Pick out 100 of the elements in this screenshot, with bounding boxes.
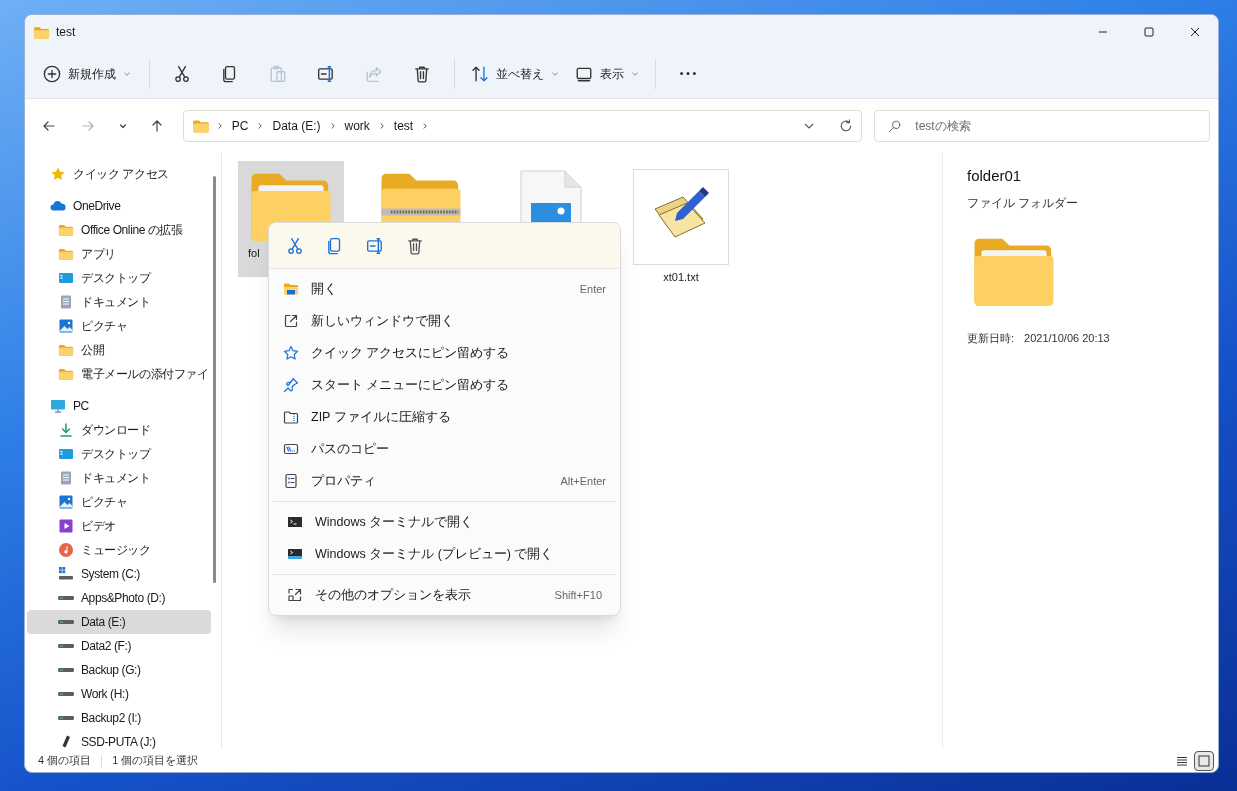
menu-item[interactable]: その他のオプションを表示 Shift+F10 [277, 579, 612, 611]
menu-item[interactable]: パスのコピー [273, 433, 616, 465]
sidebar-item[interactable]: 公開 [27, 338, 211, 362]
menu-item[interactable]: クイック アクセスにピン留めする [273, 337, 616, 369]
selection-count: 1 個の項目を選択 [112, 753, 199, 769]
path-icon [283, 441, 299, 457]
sidebar-item[interactable]: SSD-PUTA (J:) [27, 730, 211, 749]
sidebar-item[interactable]: ピクチャ [27, 490, 211, 514]
sidebar-item[interactable]: デスクトップ [27, 442, 211, 466]
new-button[interactable]: 新規作成 [35, 56, 139, 91]
sidebar-item[interactable]: クイック アクセス [27, 162, 211, 186]
address-bar[interactable]: PC Data (E:) work test [182, 110, 863, 142]
properties-icon [283, 473, 299, 489]
chevron-right-icon [256, 122, 265, 130]
menu-item[interactable]: 新しいウィンドウで開く [273, 305, 616, 337]
tiles-view-button[interactable] [1194, 750, 1214, 771]
menu-item[interactable]: プロパティ Alt+Enter [273, 465, 616, 497]
search-field[interactable]: testの検索 [874, 110, 1210, 142]
picture-icon [58, 494, 74, 510]
document-icon [58, 470, 74, 486]
scrollbar[interactable] [213, 176, 216, 583]
folder-icon [58, 342, 74, 358]
file-name: xt01.txt [663, 270, 699, 285]
sidebar-item[interactable]: デスクトップ [27, 266, 211, 290]
more-icon [680, 72, 696, 75]
delete-icon [413, 64, 431, 83]
rename-icon [317, 64, 335, 83]
video-icon [58, 518, 74, 534]
picture-icon [58, 318, 74, 334]
drive-icon [58, 716, 74, 720]
drive-icon [58, 566, 74, 582]
new-window-icon [283, 313, 299, 329]
sidebar-item[interactable]: ドキュメント [27, 290, 211, 314]
breadcrumb-item[interactable]: test [391, 117, 416, 135]
item-count: 4 個の項目 [38, 753, 92, 769]
sidebar-item[interactable]: Work (H:) [27, 682, 211, 706]
terminal-icon [287, 546, 303, 562]
pin-icon [283, 377, 299, 393]
shortcut-text: Alt+Enter [560, 473, 606, 489]
file-name: fol [248, 246, 260, 261]
sidebar-item[interactable]: Data (E:) [27, 610, 211, 634]
refresh-icon[interactable] [839, 119, 854, 133]
close-icon [1190, 27, 1200, 37]
sidebar-item[interactable]: ダウンロード [27, 418, 211, 442]
view-button[interactable]: 表示 [567, 56, 647, 91]
search-icon [888, 120, 902, 133]
breadcrumb-item[interactable]: PC [229, 117, 251, 135]
download-icon [58, 422, 74, 438]
shortcut-text: Enter [579, 281, 606, 297]
sidebar-item[interactable]: Office Online の拡張 [27, 218, 211, 242]
drive-icon [58, 692, 74, 696]
sidebar-item[interactable]: ピクチャ [27, 314, 211, 338]
drive-icon [58, 596, 74, 600]
music-icon [58, 542, 74, 558]
folder-icon [58, 246, 74, 262]
sidebar-item[interactable]: Apps&Photo (D:) [27, 586, 211, 610]
breadcrumb-item[interactable]: Data (E:) [270, 117, 323, 135]
window-title: test [56, 24, 76, 41]
shortcut-text: Shift+F10 [554, 587, 602, 603]
sidebar-item[interactable]: PC [27, 394, 211, 418]
sidebar-item[interactable]: ビデオ [27, 514, 211, 538]
sidebar-item[interactable]: 電子メールの添付ファイ [27, 362, 211, 386]
sidebar-item[interactable]: ドキュメント [27, 466, 211, 490]
terminal-icon [287, 514, 303, 530]
cut-icon [286, 236, 304, 255]
delete-icon [406, 236, 424, 255]
share-icon [365, 64, 383, 83]
maximize-icon [1144, 27, 1154, 37]
sidebar-item[interactable]: ミュージック [27, 538, 211, 562]
chevron-right-icon [421, 122, 430, 130]
tiles-icon [1198, 754, 1210, 767]
menu-item[interactable]: Windows ターミナル (プレビュー) で開く [277, 538, 612, 570]
breadcrumb-item[interactable]: work [342, 117, 372, 135]
star-icon [50, 166, 66, 182]
modified-date: 2021/10/06 20:13 [1024, 330, 1110, 346]
menu-item[interactable]: スタート メニューにピン留めする [273, 369, 616, 401]
sidebar-item[interactable]: Backup2 (I:) [27, 706, 211, 730]
sidebar-item[interactable]: Backup (G:) [27, 658, 211, 682]
sidebar-item[interactable]: アプリ [27, 242, 211, 266]
paste-icon [269, 64, 287, 83]
modified-label: 更新日時: [967, 330, 1015, 346]
menu-item[interactable]: ZIP ファイルに圧縮する [273, 401, 616, 433]
star-outline-icon [283, 345, 299, 361]
monitor-icon [50, 398, 66, 414]
more-options-icon [287, 587, 303, 603]
drive-icon [58, 668, 74, 672]
sidebar-item[interactable]: Data2 (F:) [27, 634, 211, 658]
sidebar-item[interactable]: OneDrive [27, 194, 211, 218]
folder-icon [283, 281, 299, 297]
sort-icon [471, 64, 489, 83]
desktop-icon [58, 446, 74, 462]
drive-icon [58, 644, 74, 648]
zip-folder-icon [283, 409, 299, 425]
menu-item[interactable]: Windows ターミナルで開く [277, 506, 612, 538]
cut-icon [173, 64, 191, 83]
folder-icon [58, 222, 74, 238]
sort-button[interactable]: 並べ替え [463, 56, 567, 91]
sidebar-item[interactable]: System (C:) [27, 562, 211, 586]
item-type: ファイル フォルダー [967, 194, 1080, 212]
document-icon [58, 294, 74, 310]
